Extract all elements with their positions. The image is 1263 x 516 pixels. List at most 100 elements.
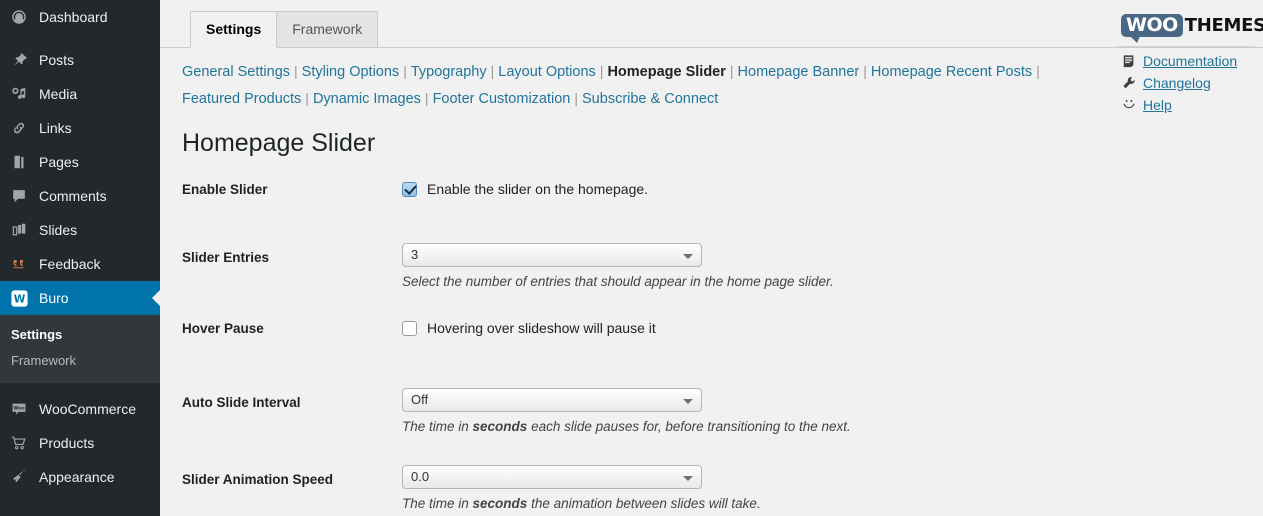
pages-icon xyxy=(9,152,29,172)
form-label: Hover Pause xyxy=(182,321,264,336)
sidebar-item-dashboard[interactable]: Dashboard xyxy=(0,0,160,34)
subnav-link-general-settings[interactable]: General Settings xyxy=(182,64,290,80)
subnav-separator: | xyxy=(863,63,867,79)
hint-text: each slide pauses for, before transition… xyxy=(527,419,851,434)
cart-icon xyxy=(9,433,29,453)
sidebar-item-products[interactable]: Products xyxy=(0,426,160,460)
subnav-row-1: General Settings | Styling Options | Typogra… xyxy=(182,58,1100,85)
form-row-auto-slide-interval: Auto Slide Interval Off The time in seco… xyxy=(160,388,1263,435)
slider-entries-hint: Select the number of entries that should… xyxy=(402,273,1243,290)
tab-settings[interactable]: Settings xyxy=(190,11,278,48)
form-label: Auto Slide Interval xyxy=(182,395,301,410)
tab-bar: Settings Framework xyxy=(160,0,1263,48)
sidebar-item-buro[interactable]: W Buro xyxy=(0,281,160,315)
tab-label: Framework xyxy=(292,21,363,37)
subnav-separator: | xyxy=(305,90,309,106)
w-badge-icon: W xyxy=(9,288,29,308)
sidebar-item-posts[interactable]: Posts xyxy=(0,43,160,77)
subnav-link-homepage-recent-posts[interactable]: Homepage Recent Posts xyxy=(871,64,1032,80)
sidebar-item-label: Media xyxy=(39,86,78,102)
auto-slide-interval-value: Off xyxy=(411,392,429,407)
enable-slider-checkbox[interactable] xyxy=(402,181,417,197)
subnav-link-featured-products[interactable]: Featured Products xyxy=(182,91,301,107)
sidebar-subitem-label: Framework xyxy=(11,353,77,368)
woocommerce-icon: Woo xyxy=(9,399,29,419)
sidebar-subitem-framework[interactable]: Framework xyxy=(0,348,160,374)
subnav-separator: | xyxy=(424,90,429,106)
subnav-link-homepage-slider[interactable]: Homepage Slider xyxy=(607,64,725,80)
hint-emphasis: seconds xyxy=(472,496,528,511)
sidebar-item-label: Appearance xyxy=(39,469,115,485)
sidebar-item-woocommerce[interactable]: Woo WooCommerce xyxy=(0,392,160,426)
sidebar-item-label: Dashboard xyxy=(39,9,108,25)
svg-text:Woo: Woo xyxy=(13,406,24,412)
hint-text: the animation between slides will take. xyxy=(527,496,761,511)
changelog-label: Changelog xyxy=(1143,75,1211,91)
subnav-separator: | xyxy=(599,63,604,79)
sidebar-item-appearance[interactable]: Appearance xyxy=(0,460,160,494)
sidebar-item-feedback[interactable]: Feedback xyxy=(0,247,160,281)
sidebar-item-label: Slides xyxy=(39,222,78,238)
page-title: Homepage Slider xyxy=(182,129,376,157)
sidebar-item-label: Products xyxy=(39,435,95,451)
auto-slide-interval-hint: The time in seconds each slide pauses fo… xyxy=(402,418,1243,435)
subnav-separator: | xyxy=(403,63,407,79)
form-field: Enable the slider on the homepage. xyxy=(402,181,1263,197)
form-row-enable-slider: Enable Slider Enable the slider on the h… xyxy=(160,181,1263,211)
sidebar-item-label: Pages xyxy=(39,154,79,170)
subnav-link-footer-customization[interactable]: Footer Customization xyxy=(433,91,571,107)
help-link[interactable]: Help xyxy=(1121,97,1255,113)
tab-framework[interactable]: Framework xyxy=(276,11,379,48)
sidebar-item-comments[interactable]: Comments xyxy=(0,179,160,213)
sidebar-item-media[interactable]: Media xyxy=(0,77,160,111)
documentation-label: Documentation xyxy=(1143,53,1238,69)
slides-icon xyxy=(9,220,29,240)
subnav-link-layout-options[interactable]: Layout Options xyxy=(498,64,596,80)
sidebar-item-links[interactable]: Links xyxy=(0,111,160,145)
sidebar-divider xyxy=(0,34,160,43)
feedback-icon xyxy=(9,254,29,274)
smiley-icon xyxy=(1121,98,1136,113)
main-content: Settings Framework General Settings | Styl… xyxy=(160,0,1263,516)
hint-text: The time in xyxy=(402,496,473,511)
form-field: 0.0 The time in seconds the animation be… xyxy=(402,465,1263,512)
admin-screen: Dashboard Posts Media Links Pages Commen… xyxy=(0,0,1263,516)
help-label: Help xyxy=(1143,97,1172,113)
woo-bubble-icon: WOO xyxy=(1121,13,1183,43)
pin-icon xyxy=(9,50,29,70)
document-icon xyxy=(1121,54,1136,69)
link-icon xyxy=(9,118,29,138)
subnav-separator: | xyxy=(294,63,298,79)
slider-animation-speed-select[interactable]: 0.0 xyxy=(402,465,702,489)
subnav: General Settings | Styling Options | Typogra… xyxy=(160,48,1100,112)
admin-sidebar: Dashboard Posts Media Links Pages Commen… xyxy=(0,0,160,516)
comment-icon xyxy=(9,186,29,206)
help-panel-divider xyxy=(1117,46,1255,47)
form-row-hover-pause: Hover Pause Hovering over slideshow will… xyxy=(160,320,1263,350)
subnav-link-subscribe-connect[interactable]: Subscribe & Connect xyxy=(582,91,718,107)
subnav-separator: | xyxy=(1036,63,1040,79)
dashboard-icon xyxy=(9,7,29,27)
wrench-icon xyxy=(1121,76,1136,91)
subnav-link-typography[interactable]: Typography xyxy=(411,64,487,80)
form-label: Enable Slider xyxy=(182,182,268,197)
sidebar-item-label: WooCommerce xyxy=(39,401,136,417)
subnav-link-homepage-banner[interactable]: Homepage Banner xyxy=(738,64,860,80)
subnav-link-styling-options[interactable]: Styling Options xyxy=(302,64,400,80)
hint-text: Select the number of entries that should… xyxy=(402,274,834,289)
slider-entries-select[interactable]: 3 xyxy=(402,243,702,267)
subnav-separator: | xyxy=(490,63,495,79)
changelog-link[interactable]: Changelog xyxy=(1121,75,1255,91)
sidebar-subitem-settings[interactable]: Settings xyxy=(0,322,160,348)
sidebar-item-slides[interactable]: Slides xyxy=(0,213,160,247)
subnav-link-dynamic-images[interactable]: Dynamic Images xyxy=(313,91,421,107)
documentation-link[interactable]: Documentation xyxy=(1121,53,1255,69)
form-field: Hovering over slideshow will pause it xyxy=(402,320,1263,336)
sidebar-item-label: Links xyxy=(39,120,72,136)
auto-slide-interval-select[interactable]: Off xyxy=(402,388,702,412)
settings-form: Enable Slider Enable the slider on the h… xyxy=(160,181,1263,512)
hover-pause-checkbox[interactable] xyxy=(402,320,417,336)
sidebar-item-pages[interactable]: Pages xyxy=(0,145,160,179)
form-field: 3 Select the number of entries that shou… xyxy=(402,243,1263,290)
subnav-row-2: Featured Products | Dynamic Images | Footer … xyxy=(182,85,1100,112)
